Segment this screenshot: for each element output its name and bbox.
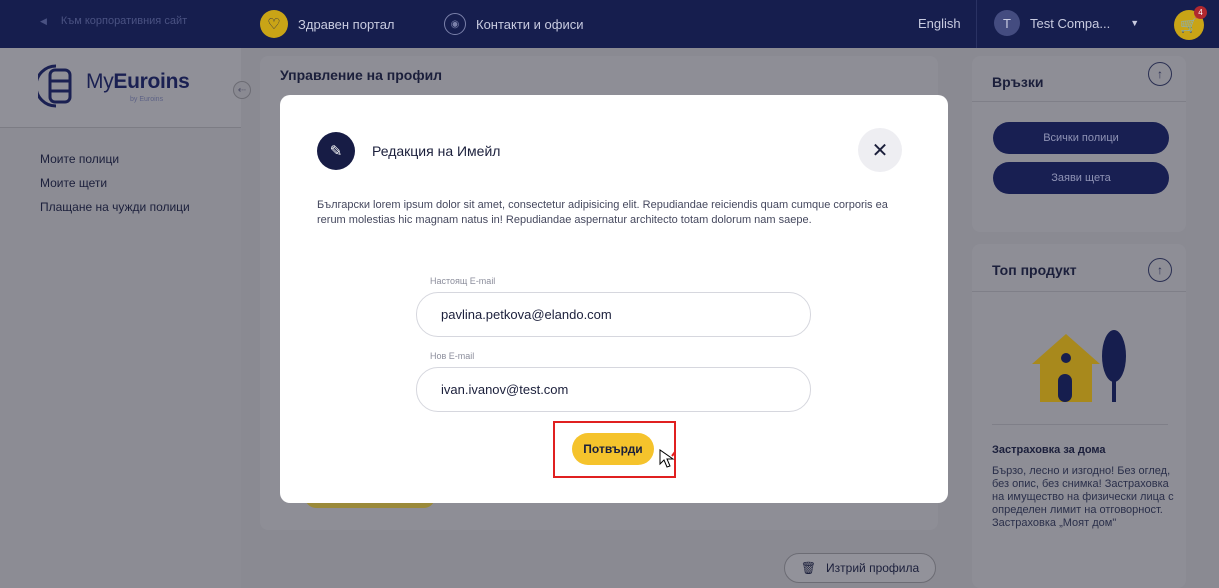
delete-profile-label: Изтрий профила	[826, 561, 920, 575]
sidebar-item-claims[interactable]: Моите щети	[40, 176, 190, 190]
arrow-up-icon[interactable]: ↑	[1148, 258, 1172, 282]
sidebar-nav: Моите полици Моите щети Плащане на чужди…	[40, 152, 190, 224]
product-divider	[972, 291, 1186, 292]
chevron-left-icon: ◀	[40, 15, 47, 26]
links-title: Връзки	[992, 74, 1044, 90]
product-inner-divider	[992, 424, 1168, 425]
modal-description: Български lorem ipsum dolor sit amet, co…	[317, 199, 888, 226]
arrow-up-icon[interactable]: ↑	[1148, 62, 1172, 86]
contacts-label: Контакти и офиси	[476, 16, 584, 32]
cart-icon: 🛒	[1180, 16, 1198, 33]
links-divider	[972, 101, 1186, 102]
page-title: Управление на профил	[280, 67, 443, 83]
language-switch[interactable]: English	[918, 16, 961, 31]
cart-button[interactable]: 🛒 4	[1174, 6, 1207, 40]
house-icon	[1032, 330, 1126, 402]
health-portal-label: Здравен портал	[298, 16, 395, 32]
top-product-title: Топ продукт	[992, 262, 1077, 278]
corporate-site-label: Към корпоративния сайт	[60, 15, 188, 27]
user-name: Test Compa...	[1030, 15, 1111, 31]
modal-title: Редакция на Имейл	[372, 143, 501, 159]
all-policies-button[interactable]: Всички полици	[993, 122, 1169, 154]
sidebar-item-policies[interactable]: Моите полици	[40, 152, 190, 166]
top-product-panel: Топ продукт ↑ Застраховка за дома Бързо,…	[972, 244, 1186, 588]
product-description: Бързо, лесно и изгодно! Без оглед, без о…	[992, 465, 1174, 529]
report-claim-button[interactable]: Заяви щета	[993, 162, 1169, 194]
sidebar-header: MyEuroins by Euroins	[0, 48, 241, 128]
arrow-left-icon: ⇠	[237, 84, 247, 96]
new-email-field[interactable]	[416, 367, 811, 412]
close-button[interactable]: ✕	[858, 128, 902, 172]
health-portal-link[interactable]: ♡ Здравен портал	[260, 10, 395, 38]
collapse-sidebar-button[interactable]: ⇠	[233, 81, 251, 99]
current-email-field[interactable]	[416, 292, 811, 337]
cart-count-badge: 4	[1194, 6, 1207, 19]
heart-icon: ♡	[260, 10, 288, 38]
contacts-link[interactable]: ◉ Контакти и офиси	[444, 13, 584, 35]
brand-name-bold: Euroins	[113, 70, 190, 93]
top-divider	[976, 0, 977, 48]
edit-email-modal: ✎ Редакция на Имейл ✕ Български lorem ip…	[280, 95, 948, 503]
sidebar-item-foreign-payments[interactable]: Плащане на чужди полици	[40, 200, 190, 214]
avatar: T	[994, 10, 1020, 36]
current-email-label: Настоящ E-mail	[430, 276, 496, 286]
euroins-logo-icon[interactable]	[38, 64, 74, 108]
location-pin-icon: ◉	[444, 13, 466, 35]
brand-name: MyEuroins	[86, 70, 190, 94]
corporate-site-link[interactable]: ◀ Към корпоративния сайт	[40, 15, 187, 27]
product-name[interactable]: Застраховка за дома	[992, 444, 1106, 456]
top-bar: ◀ Към корпоративния сайт ♡ Здравен порта…	[0, 0, 1219, 48]
edit-icon: ✎	[317, 132, 355, 170]
chevron-down-icon: ▼	[1130, 18, 1140, 28]
sidebar: MyEuroins by Euroins Моите полици Моите …	[0, 48, 241, 588]
trash-icon: 🗑	[800, 561, 817, 575]
links-panel: Връзки ↑ Всички полици Заяви щета	[972, 56, 1186, 232]
brand-name-light: My	[86, 70, 114, 93]
delete-profile-button[interactable]: 🗑 Изтрий профила	[784, 553, 936, 583]
close-icon: ✕	[871, 139, 889, 162]
new-email-label: Нов E-mail	[430, 351, 475, 361]
brand-sub: by Euroins	[130, 96, 164, 103]
mouse-pointer-icon	[659, 449, 676, 468]
user-menu[interactable]: T Test Compa... ▼	[994, 10, 1139, 36]
